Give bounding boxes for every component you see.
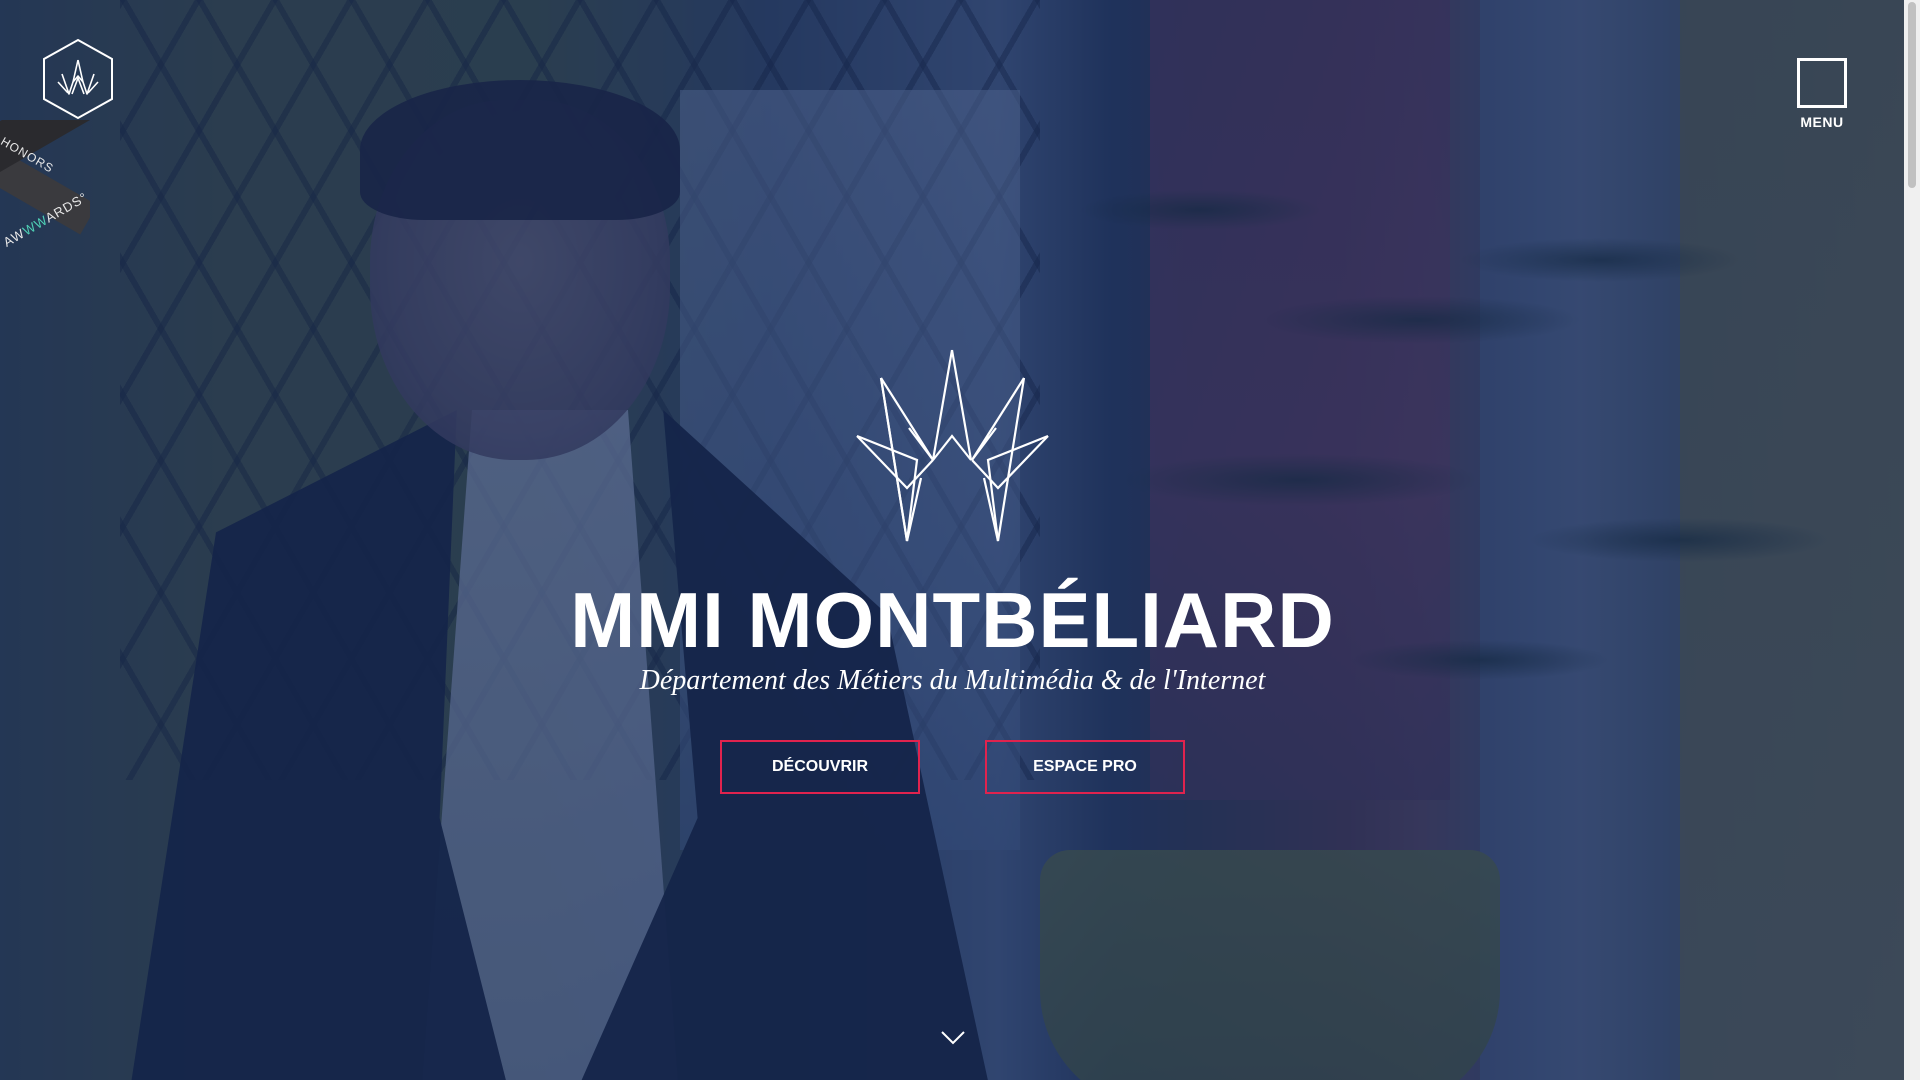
scrollbar-thumb[interactable] [1908,2,1916,188]
chevron-down-icon[interactable] [940,1030,966,1046]
page-title: MMI MONTBÉLIARD [570,576,1335,664]
pro-space-button[interactable]: ESPACE PRO [985,740,1185,794]
hero-content: MMI MONTBÉLIARD Département des Métiers … [0,0,1920,1080]
crown-icon [856,349,1049,542]
hero-section: HONORS AWWWARDS° MENU MMI MONTBÉLIARD Dé… [0,0,1920,1080]
scrollbar[interactable] [1904,0,1920,1080]
discover-button[interactable]: DÉCOUVRIR [720,740,920,794]
page-subtitle: Département des Métiers du Multimédia & … [639,665,1266,696]
